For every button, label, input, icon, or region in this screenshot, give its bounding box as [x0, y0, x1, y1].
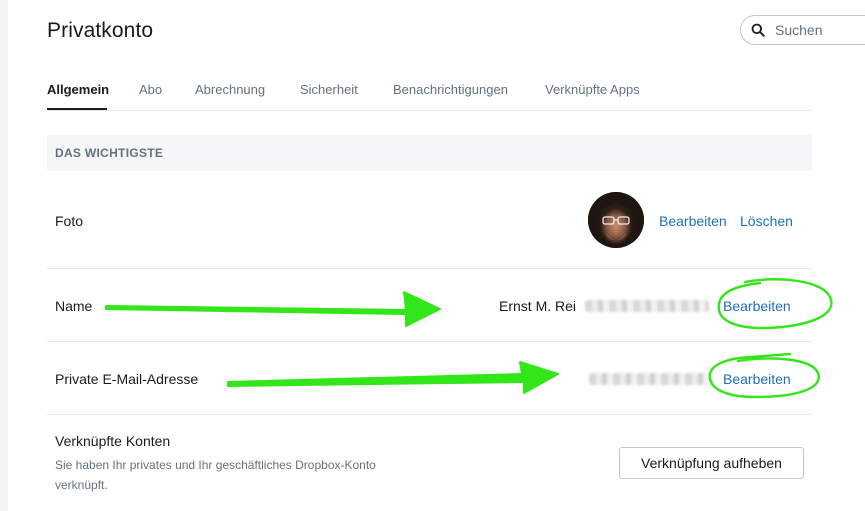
- search-box[interactable]: [740, 15, 865, 45]
- tab-allgemein[interactable]: Allgemein: [47, 82, 109, 97]
- settings-tabs: Allgemein Abo Abrechnung Sicherheit Bena…: [47, 82, 812, 111]
- name-edit-link[interactable]: Bearbeiten: [723, 298, 791, 314]
- avatar: [588, 192, 644, 248]
- email-label: Private E-Mail-Adresse: [55, 371, 199, 387]
- search-icon: [751, 23, 765, 37]
- photo-label: Foto: [55, 213, 84, 229]
- linked-accounts-description: Sie haben Ihr privates und Ihr geschäftl…: [55, 458, 376, 492]
- section-title: DAS WICHTIGSTE: [55, 146, 164, 160]
- page-title: Privatkonto: [47, 19, 154, 42]
- tab-benachrichtigungen[interactable]: Benachrichtigungen: [393, 82, 508, 97]
- name-label: Name: [55, 298, 93, 314]
- photo-edit-link[interactable]: Bearbeiten: [659, 213, 727, 229]
- photo-delete-link[interactable]: Löschen: [740, 213, 793, 229]
- name-redaction: [585, 300, 709, 312]
- tab-abo[interactable]: Abo: [139, 82, 162, 97]
- email-redaction: [589, 373, 709, 385]
- email-edit-link[interactable]: Bearbeiten: [723, 371, 791, 387]
- tab-abrechnung[interactable]: Abrechnung: [195, 82, 265, 97]
- unlink-button[interactable]: Verknüpfung aufheben: [619, 447, 804, 479]
- tab-sicherheit[interactable]: Sicherheit: [300, 82, 358, 97]
- email-row: Private E-Mail-Adresse Bearbeiten: [47, 342, 812, 415]
- name-value: Ernst M. Rei: [499, 298, 577, 314]
- linked-accounts-label: Verknüpfte Konten: [55, 433, 171, 449]
- search-input[interactable]: [775, 20, 865, 40]
- linked-accounts-row: Verknüpfte Konten Sie haben Ihr privates…: [47, 415, 812, 511]
- photo-row: Foto Bearbeiten Löschen: [47, 171, 812, 269]
- section-header: DAS WICHTIGSTE: [47, 135, 812, 171]
- tab-verknuepfte-apps[interactable]: Verknüpfte Apps: [545, 82, 640, 97]
- name-row: Name Ernst M. Rei Bearbeiten: [47, 269, 812, 342]
- active-tab-indicator: [47, 108, 107, 110]
- left-edge-strip: [0, 0, 8, 511]
